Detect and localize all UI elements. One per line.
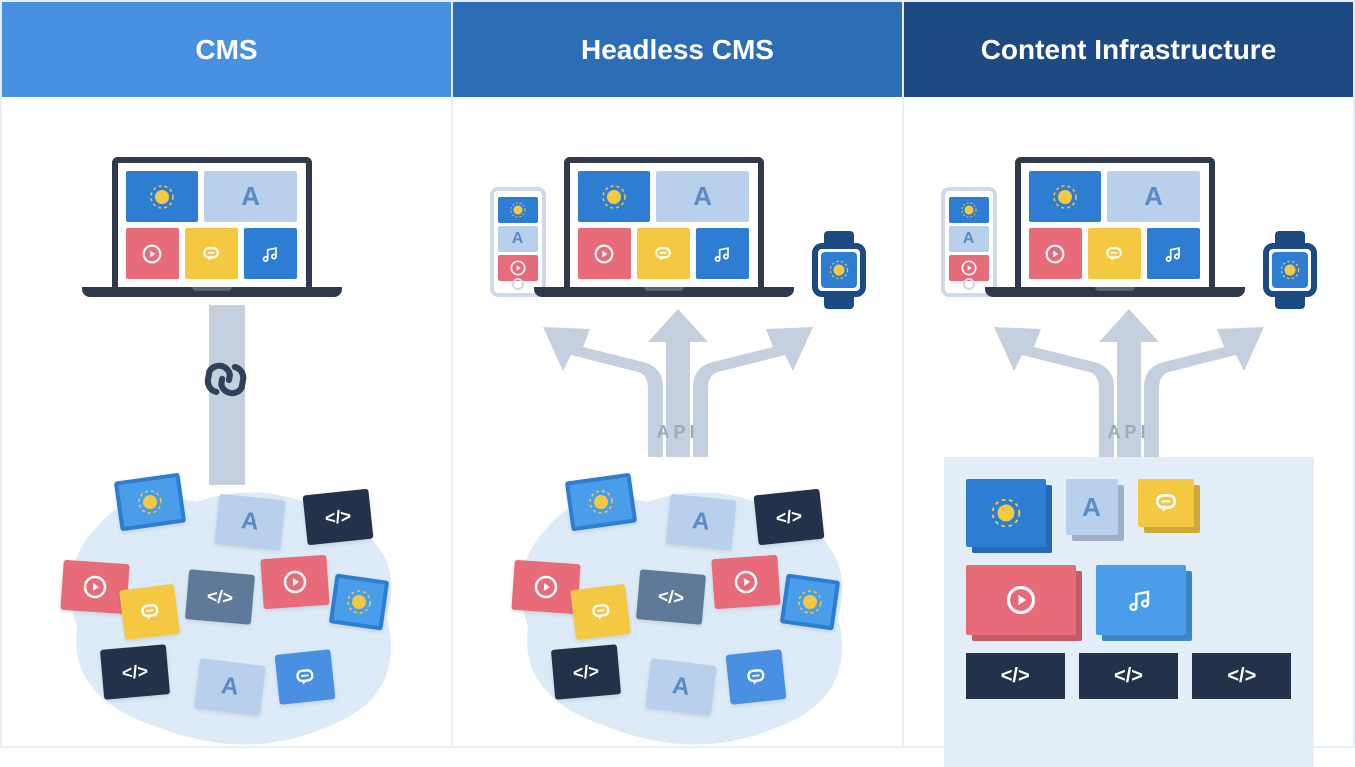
sun-icon xyxy=(578,171,650,222)
text-tile: A xyxy=(214,494,285,551)
chat-icon xyxy=(119,584,180,640)
music-icon xyxy=(1096,565,1186,635)
column-content-infra: Content Infrastructure A A xyxy=(904,0,1355,748)
text-tile: A xyxy=(204,171,298,222)
column-cms: CMS A xyxy=(0,0,453,748)
sun-icon xyxy=(498,197,538,223)
text-tile: A xyxy=(656,171,750,222)
play-icon xyxy=(60,560,129,614)
play-icon xyxy=(966,565,1076,635)
sun-icon xyxy=(113,473,185,532)
text-tile: A xyxy=(665,494,736,551)
sun-icon xyxy=(949,197,989,223)
music-icon xyxy=(1147,228,1200,279)
organized-panel: A </> </> </> xyxy=(944,457,1314,767)
sun-icon xyxy=(966,479,1046,547)
text-tile: A xyxy=(1066,479,1118,535)
devices-row: A A xyxy=(453,157,902,297)
chat-icon xyxy=(570,584,631,640)
code-icon: </> xyxy=(1192,653,1291,699)
content-cloud: A </> </> </> A xyxy=(47,457,407,757)
api-label: API xyxy=(1107,422,1149,443)
sun-icon xyxy=(779,573,839,630)
play-icon xyxy=(1029,228,1082,279)
content-cloud: A </> </> </> A xyxy=(498,457,858,757)
header-headless: Headless CMS xyxy=(453,2,902,97)
text-tile: A xyxy=(194,658,266,716)
play-icon xyxy=(511,560,580,614)
chat-icon xyxy=(1138,479,1194,527)
code-icon: </> xyxy=(99,644,169,700)
text-tile: A xyxy=(1107,171,1201,222)
code-icon: </> xyxy=(966,653,1065,699)
music-icon xyxy=(696,228,749,279)
diagram-container: CMS A xyxy=(0,0,1355,748)
phone-device: A xyxy=(490,187,546,297)
laptop-device: A xyxy=(1015,157,1245,297)
code-icon: </> xyxy=(1079,653,1178,699)
code-icon: </> xyxy=(635,569,705,625)
laptop-device: A xyxy=(112,157,342,297)
music-icon xyxy=(244,228,297,279)
text-tile: A xyxy=(645,658,717,716)
play-icon xyxy=(260,555,329,609)
sun-icon xyxy=(1272,252,1308,288)
code-icon: </> xyxy=(550,644,620,700)
sun-icon xyxy=(1029,171,1101,222)
sun-icon xyxy=(126,171,198,222)
chat-icon xyxy=(725,649,786,705)
chat-icon xyxy=(1088,228,1141,279)
header-cms: CMS xyxy=(2,2,451,97)
code-icon: </> xyxy=(184,569,254,625)
text-tile: A xyxy=(498,226,538,252)
play-icon xyxy=(949,255,989,281)
devices-row: A xyxy=(2,157,451,297)
sun-icon xyxy=(821,252,857,288)
laptop-device: A xyxy=(564,157,794,297)
api-label: API xyxy=(656,422,698,443)
header-content-infra: Content Infrastructure xyxy=(904,2,1353,97)
chat-icon xyxy=(274,649,335,705)
devices-row: A A xyxy=(904,157,1353,297)
code-icon: </> xyxy=(753,489,824,546)
column-headless: Headless CMS A A xyxy=(453,0,904,748)
play-icon xyxy=(711,555,780,609)
chat-icon xyxy=(637,228,690,279)
play-icon xyxy=(126,228,179,279)
chat-icon xyxy=(185,228,238,279)
code-icon: </> xyxy=(302,489,373,546)
watch-device xyxy=(812,243,866,297)
sun-icon xyxy=(564,473,636,532)
play-icon xyxy=(498,255,538,281)
chain-icon xyxy=(194,349,258,414)
watch-device xyxy=(1263,243,1317,297)
text-tile: A xyxy=(949,226,989,252)
sun-icon xyxy=(328,573,388,630)
phone-device: A xyxy=(941,187,997,297)
play-icon xyxy=(578,228,631,279)
